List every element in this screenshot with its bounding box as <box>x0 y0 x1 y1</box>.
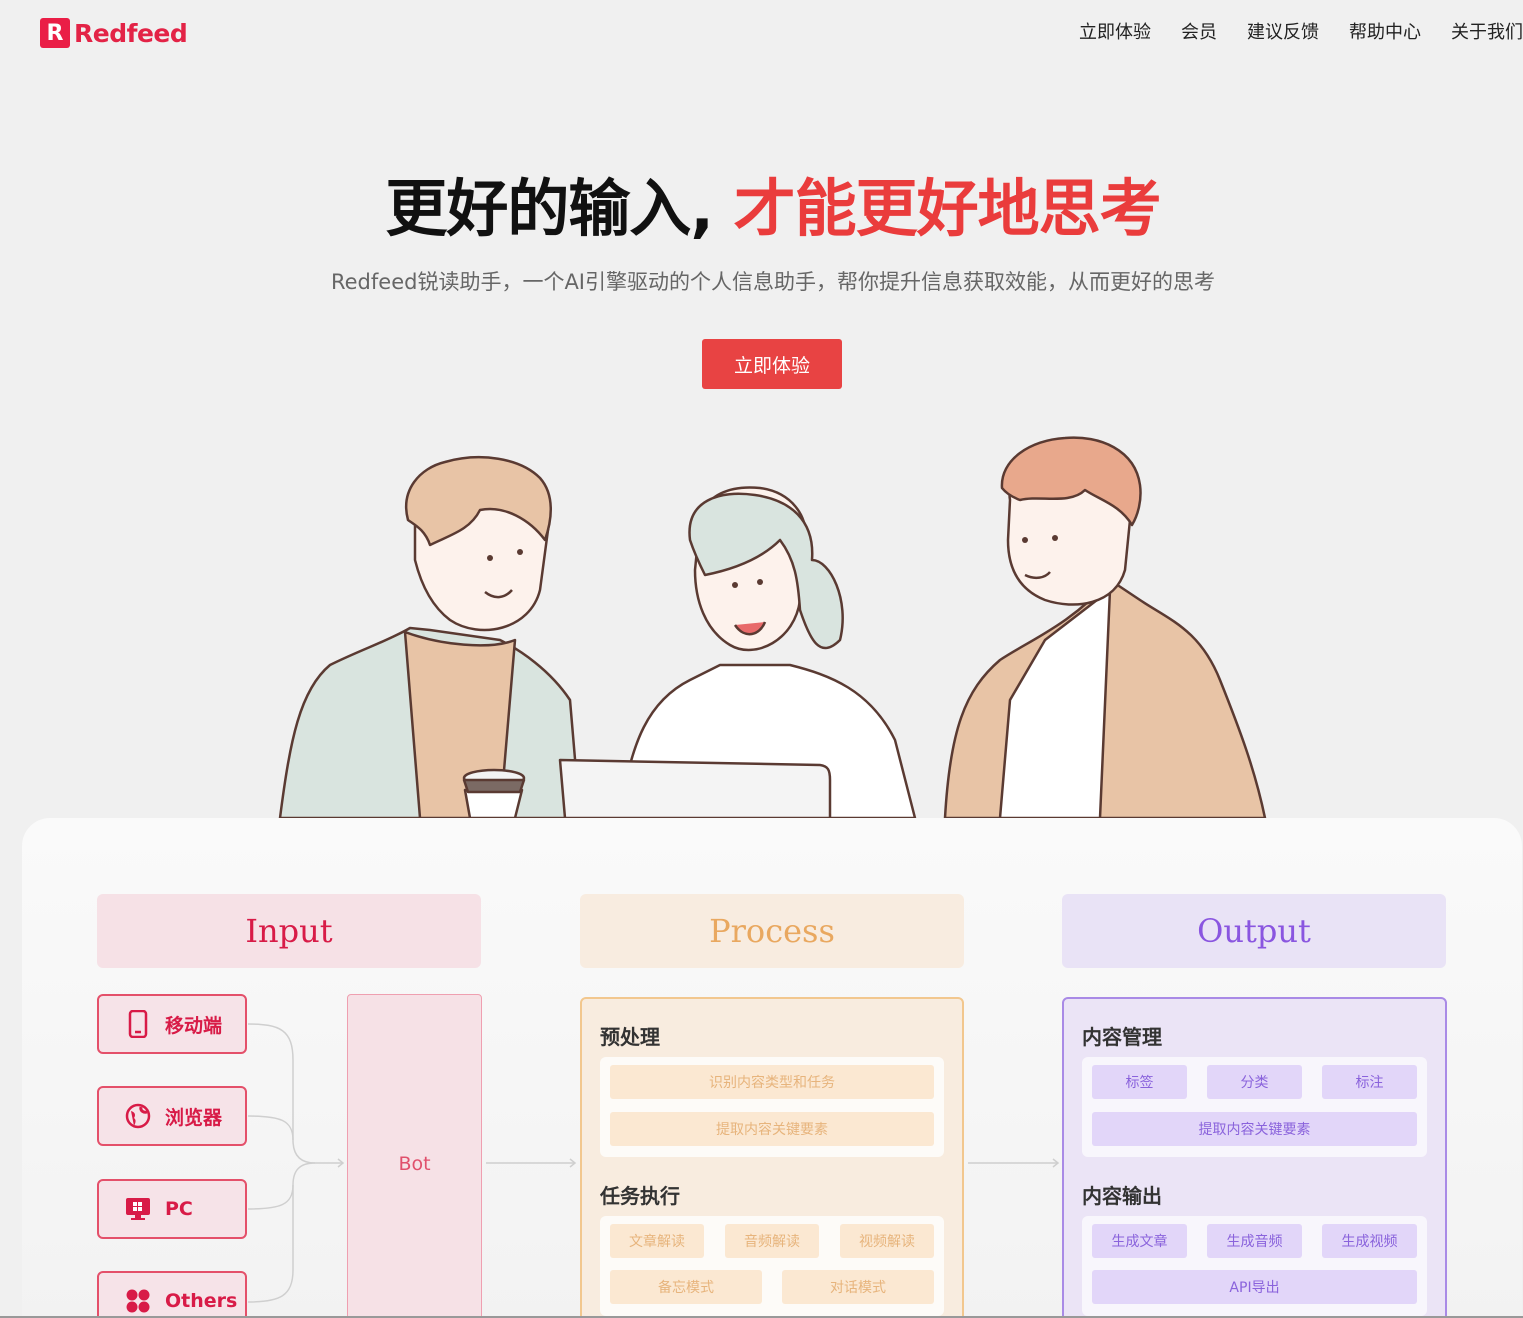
chip-gen-article[interactable]: 生成文章 <box>1092 1224 1187 1258</box>
manage-card: 标签 分类 标注 提取内容关键要素 <box>1082 1057 1427 1157</box>
chip-memo-mode[interactable]: 备忘模式 <box>610 1270 762 1304</box>
chip-chat-mode[interactable]: 对话模式 <box>782 1270 934 1304</box>
chip-annotation[interactable]: 标注 <box>1322 1065 1417 1099</box>
chip-tags[interactable]: 标签 <box>1092 1065 1187 1099</box>
chip-gen-audio[interactable]: 生成音频 <box>1207 1224 1302 1258</box>
chip-article-reading[interactable]: 文章解读 <box>610 1224 704 1258</box>
chip-video-reading[interactable]: 视频解读 <box>840 1224 934 1258</box>
export-title: 内容输出 <box>1082 1184 1162 1208</box>
preprocess-title: 预处理 <box>600 1025 660 1049</box>
chip-extract-key-out[interactable]: 提取内容关键要素 <box>1092 1112 1417 1146</box>
chip-api-export[interactable]: API导出 <box>1092 1270 1417 1304</box>
chip-extract-key[interactable]: 提取内容关键要素 <box>610 1112 934 1146</box>
manage-title: 内容管理 <box>1082 1025 1162 1049</box>
chip-audio-reading[interactable]: 音频解读 <box>725 1224 819 1258</box>
chip-identify-type[interactable]: 识别内容类型和任务 <box>610 1065 934 1099</box>
tasks-card: 文章解读 音频解读 视频解读 备忘模式 对话模式 <box>600 1216 944 1316</box>
chip-category[interactable]: 分类 <box>1207 1065 1302 1099</box>
preprocess-card: 识别内容类型和任务 提取内容关键要素 <box>600 1057 944 1157</box>
export-card: 生成文章 生成音频 生成视频 API导出 <box>1082 1216 1427 1316</box>
process-box: 预处理 识别内容类型和任务 提取内容关键要素 任务执行 文章解读 音频解读 视频… <box>580 997 964 1318</box>
chip-gen-video[interactable]: 生成视频 <box>1322 1224 1417 1258</box>
output-box: 内容管理 标签 分类 标注 提取内容关键要素 内容输出 生成文章 生成音频 生成… <box>1062 997 1447 1318</box>
tasks-title: 任务执行 <box>600 1184 680 1208</box>
